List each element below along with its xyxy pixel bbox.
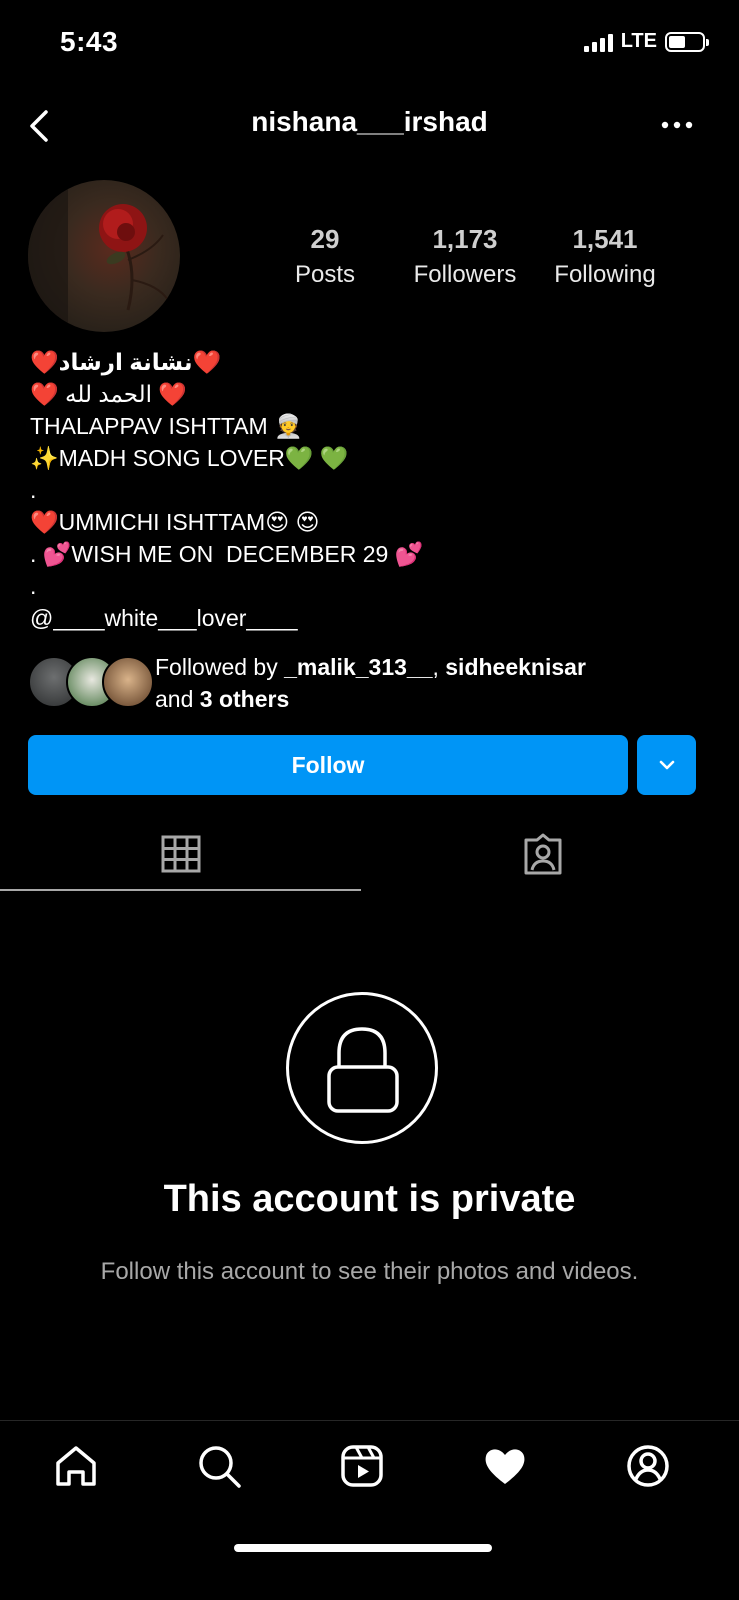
followed-by-text[interactable]: Followed by _malik_313__, sidheeknisar a… [155,651,586,715]
bio-mention-link[interactable]: @____white___lover____ [30,602,710,634]
followers-label: Followers [413,261,517,288]
following-label: Following [554,261,656,288]
bio: ❤️نشانة ارشاد❤️ ❤️ الحمد لله ❤️ THALAPPA… [30,346,710,634]
mutual-user-2: sidheeknisar [445,654,586,680]
network-type: LTE [620,30,657,52]
posts-stat[interactable]: 29 Posts [250,224,400,289]
private-subtitle: Follow this account to see their photos … [100,1258,639,1285]
lock-icon [327,1027,399,1113]
bio-line: ❤️UMMICHI ISHTTAM😍 😍 [30,509,320,535]
private-title: This account is private [163,1178,576,1220]
rose-image [28,180,169,332]
following-count: 1,541 [572,224,638,254]
more-horizontal-icon[interactable] [659,110,695,140]
followed-by-separator: , [432,654,446,680]
profile-icon[interactable] [624,1442,672,1490]
home-indicator[interactable] [234,1544,492,1552]
followed-by-and: and [155,686,200,712]
bio-line: ✨MADH SONG LOVER💚 💚 [30,445,349,471]
lock-circle [286,992,438,1144]
heart-icon[interactable] [481,1442,529,1490]
followers-stat[interactable]: 1,173 Followers [390,224,540,289]
mutual-avatar [102,656,154,708]
mutual-avatars[interactable] [28,656,154,710]
suggested-dropdown-button[interactable] [637,735,696,795]
reels-icon[interactable] [338,1442,386,1490]
active-tab-indicator [0,889,361,891]
tagged-person-icon[interactable] [522,830,564,878]
followed-by-prefix: Followed by [155,654,285,680]
following-stat[interactable]: 1,541 Following [530,224,680,289]
grid-icon[interactable] [160,830,202,878]
bio-line: ❤️نشانة ارشاد❤️ [30,349,222,375]
bio-line: ❤️ الحمد لله ❤️ [30,381,188,407]
posts-count: 29 [310,224,340,254]
posts-label: Posts [294,261,356,288]
chevron-down-icon [659,760,674,770]
status-time: 5:43 [60,26,119,57]
avatar[interactable] [28,180,180,332]
status-indicators: LTE [583,30,709,53]
bio-line: . [30,477,37,503]
mutual-others-count: 3 others [199,686,290,712]
follow-button[interactable]: Follow [28,735,628,795]
search-icon[interactable] [195,1442,243,1490]
bio-line: . [30,573,37,599]
battery-icon [665,31,709,52]
followers-count: 1,173 [432,224,498,254]
bio-line: . 💕WISH ME ON DECEMBER 29 💕 [30,541,424,567]
mutual-user-1: _malik_313__ [284,654,433,680]
bio-line: THALAPPAV ISHTTAM 👳 [30,413,303,439]
home-icon[interactable] [52,1442,100,1490]
profile-username: nishana___irshad [251,106,488,137]
signal-icon [583,32,613,52]
nav-divider [0,1420,739,1421]
